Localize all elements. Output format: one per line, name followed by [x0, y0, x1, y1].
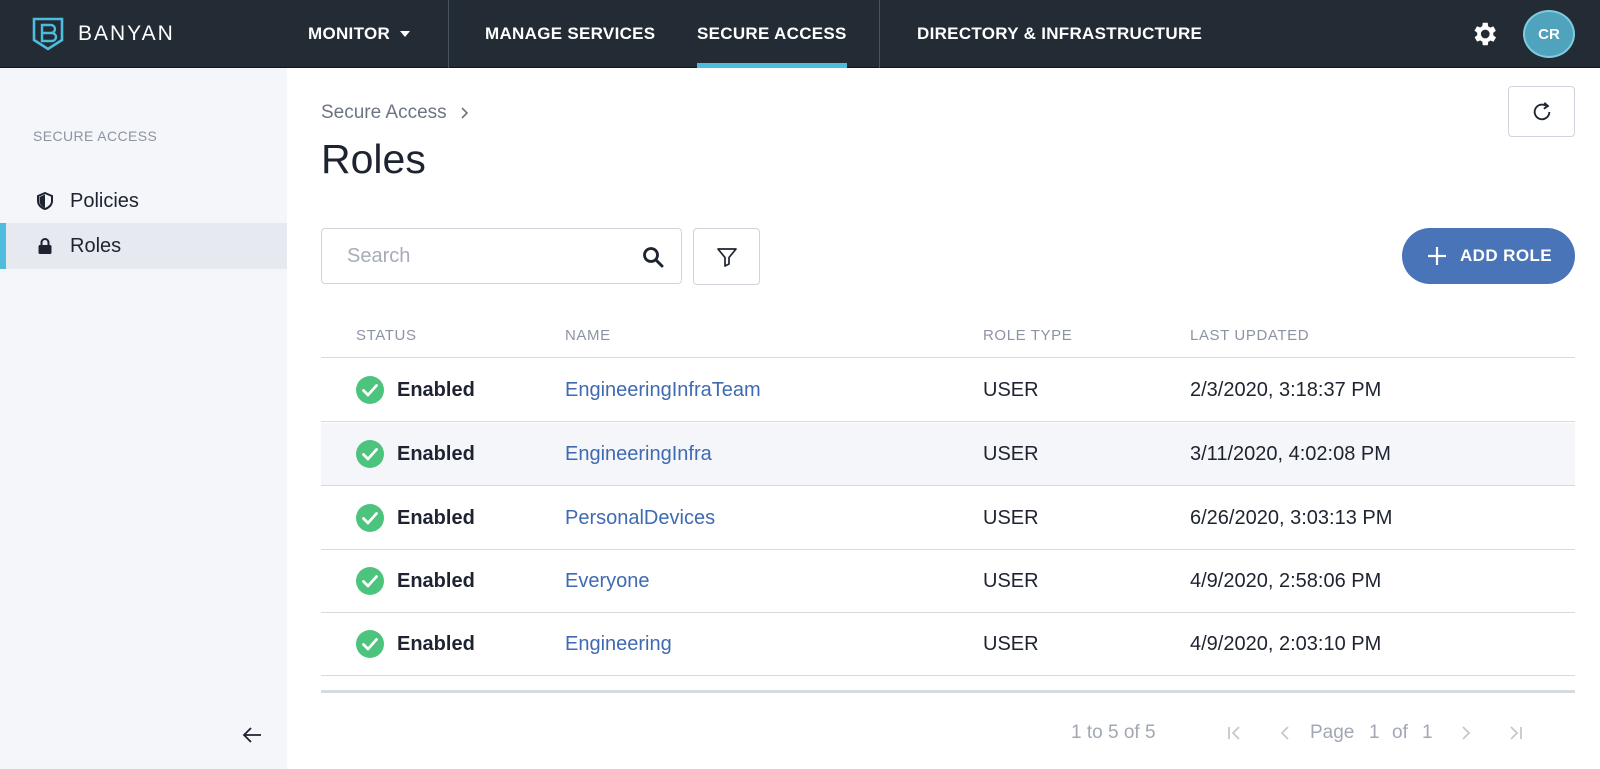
sidebar-item-label: Roles	[70, 235, 122, 257]
table-horizontal-scrollbar[interactable]	[321, 690, 1575, 693]
refresh-button[interactable]	[1508, 86, 1575, 137]
last-updated-cell: 4/9/2020, 2:58:06 PM	[1190, 570, 1382, 592]
plus-icon	[1428, 247, 1446, 265]
brand-logo[interactable]: BANYAN	[30, 16, 175, 52]
status-text: Enabled	[397, 507, 475, 529]
sidebar-heading: SECURE ACCESS	[33, 128, 158, 144]
role-type-cell: USER	[983, 633, 1039, 655]
table-row[interactable]: Enabled EngineeringInfraTeam USER 2/3/20…	[321, 359, 1575, 422]
shield-icon	[37, 192, 53, 210]
last-page-icon[interactable]	[1506, 724, 1524, 742]
table-header: STATUS NAME ROLE TYPE LAST UPDATED	[321, 322, 1575, 358]
table-row[interactable]: Enabled Everyone USER 4/9/2020, 2:58:06 …	[321, 550, 1575, 613]
check-circle-icon	[356, 376, 384, 404]
status-text: Enabled	[397, 379, 475, 401]
check-circle-icon	[356, 504, 384, 532]
filter-icon	[716, 247, 737, 267]
nav-monitor-dropdown[interactable]: MONITOR	[308, 0, 411, 68]
brand-name: BANYAN	[78, 22, 175, 45]
column-header-last-updated[interactable]: LAST UPDATED	[1190, 327, 1309, 344]
column-header-role-type[interactable]: ROLE TYPE	[983, 327, 1072, 344]
sidebar: SECURE ACCESS Policies Roles	[0, 68, 287, 769]
table-row[interactable]: Enabled Engineering USER 4/9/2020, 2:03:…	[321, 613, 1575, 676]
pagination-of-label: of	[1392, 722, 1408, 743]
last-updated-cell: 4/9/2020, 2:03:10 PM	[1190, 633, 1382, 655]
table-row[interactable]: Enabled PersonalDevices USER 6/26/2020, …	[321, 487, 1575, 550]
sidebar-item-policies[interactable]: Policies	[0, 178, 287, 224]
previous-page-icon[interactable]	[1276, 724, 1294, 742]
role-type-cell: USER	[983, 379, 1039, 401]
collapse-sidebar-arrow-icon[interactable]	[240, 723, 264, 747]
nav-divider	[879, 0, 880, 68]
breadcrumb: Secure Access	[321, 102, 469, 124]
top-navigation-bar: BANYAN MONITOR MANAGE SERVICES SECURE AC…	[0, 0, 1600, 68]
nav-directory-infrastructure[interactable]: DIRECTORY & INFRASTRUCTURE	[917, 0, 1202, 68]
last-updated-cell: 3/11/2020, 4:02:08 PM	[1190, 443, 1391, 465]
refresh-icon	[1533, 101, 1550, 120]
role-name-link[interactable]: EngineeringInfra	[565, 443, 712, 466]
check-circle-icon	[356, 567, 384, 595]
nav-secure-access[interactable]: SECURE ACCESS	[697, 0, 847, 68]
first-page-icon[interactable]	[1226, 724, 1244, 742]
role-type-cell: USER	[983, 570, 1039, 592]
add-role-button[interactable]: ADD ROLE	[1402, 228, 1575, 284]
lock-icon	[38, 238, 52, 254]
table-row[interactable]: Enabled EngineeringInfra USER 3/11/2020,…	[321, 423, 1575, 486]
search-box	[321, 228, 682, 284]
add-role-label: ADD ROLE	[1460, 246, 1552, 265]
gear-icon[interactable]	[1469, 19, 1499, 49]
role-type-cell: USER	[983, 507, 1039, 529]
chevron-right-icon	[461, 107, 468, 119]
breadcrumb-link-secure-access[interactable]: Secure Access	[321, 102, 447, 124]
search-icon[interactable]	[642, 246, 664, 268]
last-updated-cell: 6/26/2020, 3:03:13 PM	[1190, 507, 1393, 529]
role-name-link[interactable]: PersonalDevices	[565, 507, 715, 530]
pagination-total-pages: 1	[1422, 722, 1433, 743]
sidebar-item-roles[interactable]: Roles	[0, 223, 287, 269]
banyan-logo-icon	[32, 17, 64, 51]
caret-down-icon	[400, 31, 411, 37]
column-header-status[interactable]: STATUS	[356, 327, 417, 344]
pagination-current-page: 1	[1369, 722, 1380, 743]
role-type-cell: USER	[983, 443, 1039, 465]
nav-manage-services[interactable]: MANAGE SERVICES	[485, 0, 655, 68]
page-title: Roles	[321, 136, 426, 182]
check-circle-icon	[356, 630, 384, 658]
user-avatar[interactable]: CR	[1523, 10, 1575, 58]
status-text: Enabled	[397, 570, 475, 592]
pagination-page-label: Page	[1310, 722, 1355, 743]
role-name-link[interactable]: Engineering	[565, 633, 672, 656]
status-text: Enabled	[397, 443, 475, 465]
status-text: Enabled	[397, 633, 475, 655]
check-circle-icon	[356, 440, 384, 468]
nav-divider	[448, 0, 449, 68]
search-input[interactable]	[323, 230, 623, 282]
role-name-link[interactable]: EngineeringInfraTeam	[565, 379, 761, 402]
role-name-link[interactable]: Everyone	[565, 570, 650, 593]
pagination-range: 1 to 5 of 5	[1071, 722, 1156, 743]
next-page-icon[interactable]	[1457, 724, 1475, 742]
nav-monitor-label: MONITOR	[308, 24, 391, 43]
sidebar-item-label: Policies	[70, 190, 139, 212]
column-header-name[interactable]: NAME	[565, 327, 611, 344]
filter-button[interactable]	[693, 228, 760, 285]
last-updated-cell: 2/3/2020, 3:18:37 PM	[1190, 379, 1382, 401]
